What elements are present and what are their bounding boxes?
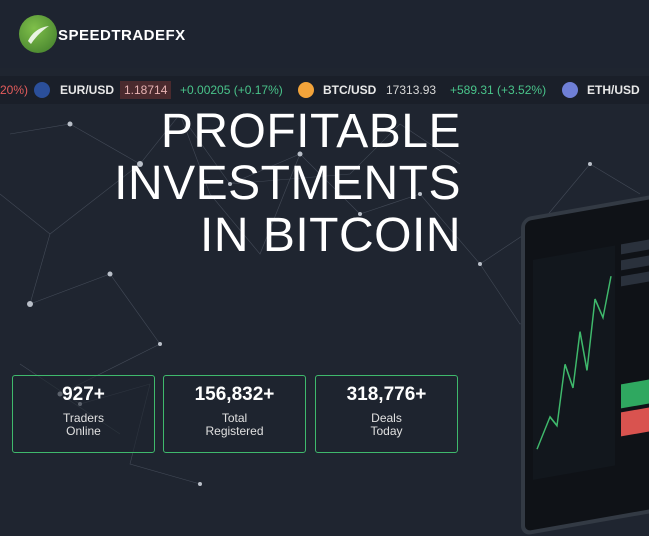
ticker-change-btcusd: +589.31 (+3.52%) <box>450 83 547 97</box>
stat-value: 156,832+ <box>194 384 275 405</box>
hero-title-line-2: INVESTMENTS <box>114 157 461 210</box>
ticker-price-eurusd: 1.18714 <box>120 81 172 99</box>
stat-label-line-2: Registered <box>205 424 264 438</box>
hero-title-line-3: IN BITCOIN <box>199 209 461 262</box>
stat-label-line-2: Online <box>66 424 101 438</box>
stat-traders-online: 927+ Traders Online <box>12 375 155 453</box>
price-ticker: 20%) EUR/USD 1.18714 +0.00205 (+0.17%) B… <box>0 76 649 104</box>
site-header: SPEEDTRADEFX <box>0 0 649 68</box>
stat-label-line-2: Today <box>370 424 403 438</box>
eur-coin-icon <box>34 82 50 98</box>
hero-title-line-1: PROFITABLE <box>160 105 461 158</box>
ticker-change-eurusd: +0.00205 (+0.17%) <box>180 83 283 97</box>
ticker-price-btcusd: 17313.93 <box>386 83 437 97</box>
trading-device-image <box>521 191 649 536</box>
ticker-pair-btcusd[interactable]: BTC/USD <box>323 76 376 104</box>
ticker-pair-ethusd[interactable]: ETH/USD <box>587 76 640 104</box>
stat-value: 927+ <box>62 384 105 405</box>
stat-total-registered: 156,832+ Total Registered <box>163 375 306 453</box>
stat-deals-today: 318,776+ Deals Today <box>315 375 458 453</box>
hero-title: PROFITABLE INVESTMENTS IN BITCOIN <box>114 106 461 262</box>
ticker-pair-eurusd[interactable]: EUR/USD <box>60 76 114 104</box>
device-chart <box>533 239 649 480</box>
brand-name[interactable]: SPEEDTRADEFX <box>58 27 186 44</box>
stat-value: 318,776+ <box>346 384 427 405</box>
btc-coin-icon <box>298 82 314 98</box>
eth-coin-icon <box>562 82 578 98</box>
logo-icon[interactable] <box>19 15 57 53</box>
ticker-prev-change: 20%) <box>0 83 29 97</box>
